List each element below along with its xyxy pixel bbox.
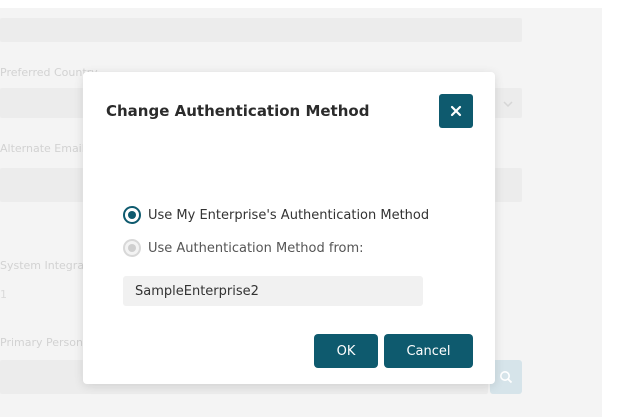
dialog-title: Change Authentication Method xyxy=(106,102,370,120)
radio-my-enterprise-selected[interactable] xyxy=(123,206,141,224)
chevron-down-icon xyxy=(503,101,513,107)
option-auth-from-enterprise[interactable]: Use Authentication Method from: xyxy=(123,239,364,257)
primary-person-label: Primary Person xyxy=(0,336,83,349)
screen: Preferred Country Alternate Email System… xyxy=(0,0,624,417)
system-integration-value: 1 xyxy=(0,288,7,301)
close-button[interactable] xyxy=(439,94,473,128)
ok-button[interactable]: OK xyxy=(314,334,378,368)
option-my-enterprise-auth[interactable]: Use My Enterprise's Authentication Metho… xyxy=(123,206,429,224)
cancel-button[interactable]: Cancel xyxy=(384,334,473,368)
close-icon xyxy=(450,105,462,117)
option-auth-from-label: Use Authentication Method from: xyxy=(148,240,364,256)
radio-auth-from-unselected[interactable] xyxy=(123,239,141,257)
change-auth-method-dialog: Change Authentication Method Use My Ente… xyxy=(83,72,495,384)
option-my-enterprise-label: Use My Enterprise's Authentication Metho… xyxy=(148,207,430,223)
background-bar-top xyxy=(0,18,522,42)
alternate-email-label: Alternate Email xyxy=(0,142,85,155)
enterprise-input[interactable] xyxy=(123,276,423,306)
search-icon xyxy=(500,371,513,384)
